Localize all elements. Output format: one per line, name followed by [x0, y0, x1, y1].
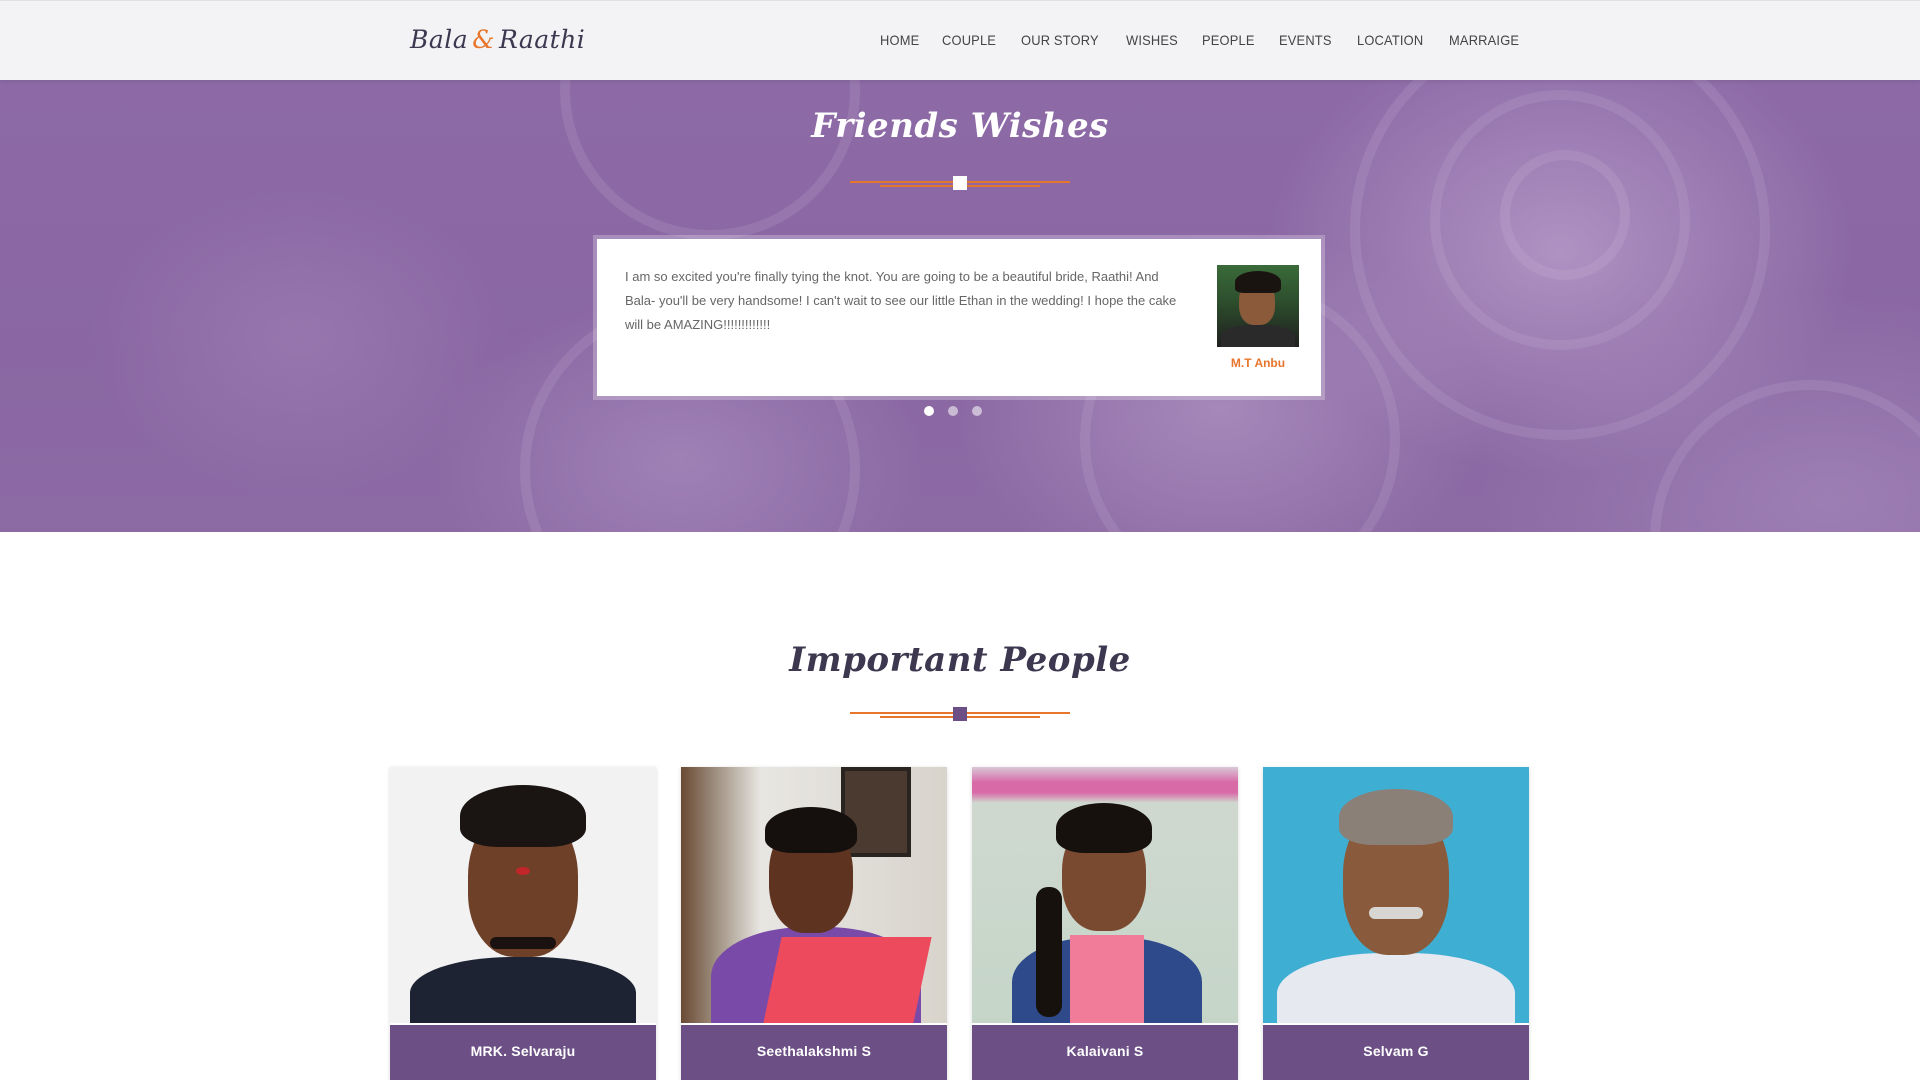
nav-item-home[interactable]: HOME: [880, 32, 919, 48]
nav-item-people[interactable]: PEOPLE: [1202, 32, 1255, 48]
person-name: MRK. Selvaraju: [390, 1023, 656, 1080]
person-photo: [681, 767, 947, 1023]
testimonial-text: I am so excited you're finally tying the…: [625, 269, 1177, 332]
people-title: Important People: [789, 640, 1131, 680]
person-photo: [972, 767, 1238, 1023]
title-divider: [850, 707, 1070, 721]
person-card[interactable]: Selvam G: [1263, 767, 1529, 1080]
nav-item-wishes[interactable]: WISHES: [1126, 32, 1178, 48]
carousel-dot[interactable]: [924, 406, 934, 416]
nav-item-location[interactable]: LOCATION: [1357, 32, 1423, 48]
person-card[interactable]: Seethalakshmi S: [681, 767, 947, 1080]
nav-item-marraige[interactable]: MARRAIGE: [1449, 32, 1519, 48]
nav-item-events[interactable]: EVENTS: [1279, 32, 1332, 48]
person-name: Selvam G: [1263, 1023, 1529, 1080]
nav-item-couple[interactable]: COUPLE: [942, 32, 996, 48]
rose-background-shape: [1500, 150, 1630, 280]
nav-menu: HOME COUPLE OUR STORY WISHES PEOPLE EVEN…: [880, 32, 1525, 48]
person-photo: [1263, 767, 1529, 1023]
carousel-dot[interactable]: [972, 406, 982, 416]
title-divider: [850, 176, 1070, 190]
person-card[interactable]: MRK. Selvaraju: [390, 767, 656, 1080]
brand-ampersand: &: [472, 25, 495, 54]
testimonial-author: M.T Anbu: [1230, 356, 1286, 370]
person-photo: [390, 767, 656, 1023]
person-name: Seethalakshmi S: [681, 1023, 947, 1080]
wishes-title: Friends Wishes: [811, 106, 1109, 146]
nav-item-our-story[interactable]: OUR STORY: [1021, 32, 1099, 48]
people-grid: MRK. Selvaraju Seethalakshmi S Kalaivani…: [390, 767, 1530, 1080]
person-card[interactable]: Kalaivani S: [972, 767, 1238, 1080]
testimonial-card: I am so excited you're finally tying the…: [597, 239, 1321, 396]
testimonial-avatar: [1217, 265, 1299, 347]
rose-background-shape: [560, 80, 860, 240]
brand-logo[interactable]: Bala & Raathi: [410, 25, 585, 54]
person-name: Kalaivani S: [972, 1023, 1238, 1080]
top-navbar: Bala & Raathi HOME COUPLE OUR STORY WISHES…: [0, 0, 1920, 80]
brand-first-name: Bala: [410, 25, 469, 54]
rose-background-shape: [1650, 380, 1920, 532]
wishes-section: Friends Wishes I am so excited you're fi…: [0, 80, 1920, 532]
brand-second-name: Raathi: [498, 25, 586, 54]
carousel-dots: [924, 406, 982, 416]
carousel-dot[interactable]: [948, 406, 958, 416]
